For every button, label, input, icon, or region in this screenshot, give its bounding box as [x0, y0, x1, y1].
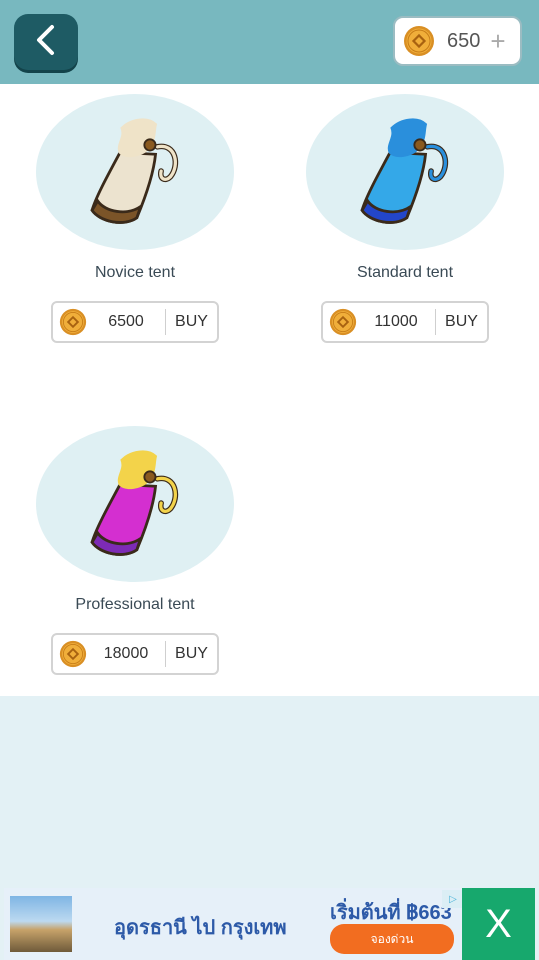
- shop-item-grid: Novice tent 6500 BUY Standard tent 11000…: [0, 84, 539, 696]
- buy-button[interactable]: 18000 BUY: [51, 633, 219, 675]
- buy-button[interactable]: 6500 BUY: [51, 301, 219, 343]
- buy-label: BUY: [175, 313, 208, 330]
- item-image-circle: [306, 94, 504, 250]
- ad-banner[interactable]: อุดรธานี ไป กรุงเทพ เริ่มต้นที่ ฿663 จอง…: [4, 888, 535, 960]
- ad-thumbnail-image[interactable]: [10, 896, 72, 952]
- coin-balance[interactable]: 650 +: [393, 16, 522, 66]
- shop-item-standard-tent: Standard tent 11000 BUY: [305, 94, 505, 343]
- tent-bag-icon: [79, 111, 191, 233]
- tent-bag-icon: [349, 111, 461, 233]
- item-name: Standard tent: [356, 264, 454, 281]
- buy-label: BUY: [445, 313, 478, 330]
- ad-book-button[interactable]: จองด่วน: [330, 924, 454, 954]
- back-button[interactable]: [14, 14, 78, 70]
- buy-label: BUY: [175, 645, 208, 662]
- item-name: Professional tent: [75, 596, 195, 613]
- item-price: 11000: [374, 313, 418, 330]
- add-coins-plus-icon[interactable]: +: [490, 28, 505, 54]
- adchoices-icon[interactable]: ▷: [442, 890, 464, 908]
- ad-title[interactable]: อุดรธานี ไป กรุงเทพ: [114, 911, 287, 943]
- chevron-left-icon: [33, 23, 59, 62]
- shop-item-novice-tent: Novice tent 6500 BUY: [35, 94, 235, 343]
- top-bar: 650 +: [0, 0, 539, 84]
- coin-icon: [59, 640, 87, 668]
- item-price: 6500: [108, 313, 144, 330]
- item-image-circle: [36, 94, 234, 250]
- item-price: 18000: [103, 645, 149, 662]
- item-name: Novice tent: [94, 264, 176, 281]
- coin-icon: [403, 25, 435, 57]
- tent-bag-icon: [79, 443, 191, 565]
- coin-balance-value: 650: [447, 29, 481, 52]
- buy-button[interactable]: 11000 BUY: [321, 301, 489, 343]
- ad-close-button[interactable]: X: [462, 888, 535, 960]
- coin-icon: [329, 308, 357, 336]
- item-image-circle: [36, 426, 234, 582]
- shop-item-professional-tent: Professional tent 18000 BUY: [35, 426, 235, 675]
- coin-icon: [59, 308, 87, 336]
